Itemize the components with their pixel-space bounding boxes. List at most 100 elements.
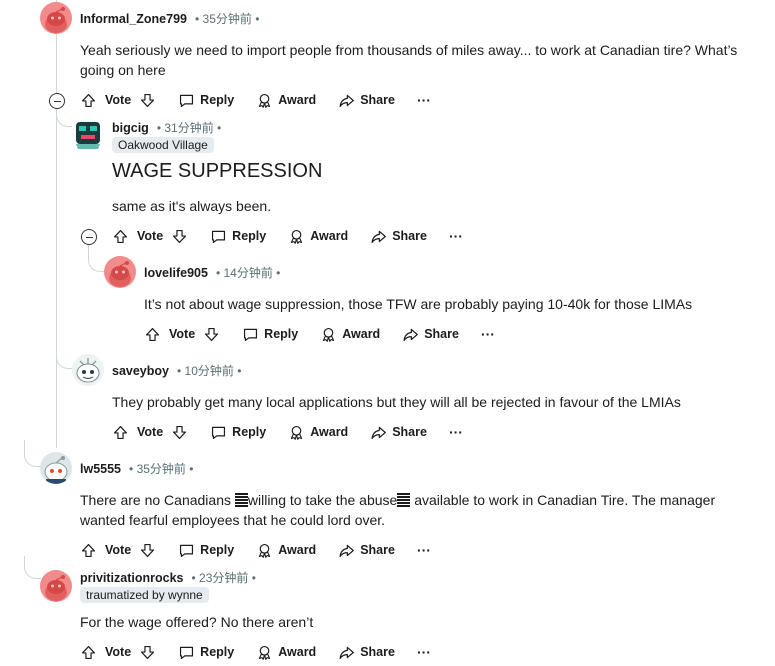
award-icon: [288, 424, 305, 441]
share-button[interactable]: Share: [338, 644, 395, 661]
downvote-icon[interactable]: [139, 542, 156, 559]
avatar[interactable]: [72, 118, 104, 150]
reply-button[interactable]: Reply: [178, 92, 234, 109]
collapse-thread-button[interactable]: [49, 93, 65, 109]
comment-time: • 31分钟前 •: [156, 121, 222, 135]
avatar[interactable]: [104, 256, 136, 288]
more-options-button[interactable]: ···: [449, 424, 463, 440]
award-icon: [256, 542, 273, 559]
award-button[interactable]: Award: [288, 424, 348, 441]
award-button[interactable]: Award: [256, 542, 316, 559]
downvote-icon[interactable]: [171, 424, 188, 441]
share-button[interactable]: Share: [402, 326, 459, 343]
upvote-icon[interactable]: [80, 644, 97, 661]
award-button[interactable]: Award: [320, 326, 380, 343]
more-options-button[interactable]: ···: [417, 644, 431, 660]
share-label: Share: [392, 425, 427, 439]
thread-line: [56, 108, 57, 448]
comment-time: • 35分钟前 •: [129, 462, 194, 476]
more-options-button[interactable]: ···: [417, 92, 431, 108]
upvote-icon[interactable]: [80, 92, 97, 109]
award-button[interactable]: Award: [256, 92, 316, 109]
reply-icon: [210, 424, 227, 441]
vote-label: Vote: [105, 645, 132, 659]
award-label: Award: [278, 93, 317, 107]
share-icon: [338, 644, 355, 661]
downvote-icon[interactable]: [171, 228, 188, 245]
comment-actions: Vote Reply Award Share ···: [144, 324, 495, 344]
comment-actions: Vote Reply Award Share ···: [80, 642, 431, 662]
vote-control: Vote: [112, 228, 188, 245]
reply-icon: [210, 228, 227, 245]
more-options-button[interactable]: ···: [417, 542, 431, 558]
reply-label: Reply: [200, 543, 235, 557]
comment-author[interactable]: Informal_Zone799: [80, 12, 187, 26]
share-icon: [338, 542, 355, 559]
share-label: Share: [424, 327, 459, 341]
comment-body: They probably get many local application…: [112, 394, 681, 410]
avatar[interactable]: [72, 354, 104, 386]
reply-label: Reply: [200, 93, 235, 107]
thread-curve: [56, 108, 73, 127]
redaction-glyph: [397, 493, 411, 507]
more-options-button[interactable]: ···: [481, 326, 495, 342]
comment-body: There are no Canadians willing to take t…: [80, 492, 716, 528]
avatar[interactable]: [40, 452, 72, 484]
downvote-icon[interactable]: [139, 92, 156, 109]
avatar[interactable]: [40, 570, 72, 602]
reply-button[interactable]: Reply: [242, 326, 298, 343]
comment-body: It’s not about wage suppression, those T…: [144, 296, 693, 312]
share-button[interactable]: Share: [338, 542, 395, 559]
comment-author[interactable]: lw5555: [80, 462, 121, 476]
comment-author[interactable]: privitizationrocks: [80, 571, 184, 585]
comment-body: Yeah seriously we need to import people …: [80, 42, 738, 78]
award-icon: [320, 326, 337, 343]
award-button[interactable]: Award: [256, 644, 316, 661]
upvote-icon[interactable]: [112, 228, 129, 245]
share-icon: [370, 424, 387, 441]
avatar[interactable]: [40, 2, 72, 34]
reply-button[interactable]: Reply: [210, 424, 266, 441]
reply-icon: [178, 542, 195, 559]
reply-icon: [178, 92, 195, 109]
vote-control: Vote: [80, 92, 156, 109]
thread-curve: [56, 340, 73, 369]
upvote-icon[interactable]: [80, 542, 97, 559]
comment-author[interactable]: saveyboy: [112, 364, 169, 378]
award-button[interactable]: Award: [288, 228, 348, 245]
comment-actions: Vote Reply Award Share ···: [112, 422, 463, 442]
vote-label: Vote: [137, 425, 164, 439]
share-button[interactable]: Share: [338, 92, 395, 109]
share-icon: [338, 92, 355, 109]
award-label: Award: [278, 645, 317, 659]
comment-time: • 23分钟前 •: [191, 571, 256, 585]
share-label: Share: [392, 229, 427, 243]
upvote-icon[interactable]: [112, 424, 129, 441]
vote-label: Vote: [105, 543, 132, 557]
share-label: Share: [360, 645, 395, 659]
redaction-glyph: [234, 493, 248, 507]
comment-author[interactable]: lovelife905: [144, 266, 208, 280]
vote-label: Vote: [105, 93, 132, 107]
reply-label: Reply: [232, 229, 267, 243]
award-label: Award: [310, 425, 349, 439]
upvote-icon[interactable]: [144, 326, 161, 343]
collapse-thread-button[interactable]: [81, 229, 97, 245]
share-button[interactable]: Share: [370, 424, 427, 441]
downvote-icon[interactable]: [139, 644, 156, 661]
thread-curve: [24, 556, 41, 579]
reply-button[interactable]: Reply: [178, 644, 234, 661]
comment-time: • 10分钟前 •: [176, 364, 242, 378]
share-icon: [402, 326, 419, 343]
downvote-icon[interactable]: [203, 326, 220, 343]
reply-button[interactable]: Reply: [210, 228, 266, 245]
reply-button[interactable]: Reply: [178, 542, 234, 559]
vote-control: Vote: [80, 542, 156, 559]
vote-control: Vote: [144, 326, 220, 343]
user-flair: traumatized by wynne: [80, 587, 209, 603]
award-icon: [256, 644, 273, 661]
comment-actions: Vote Reply Award Share ···: [80, 540, 431, 560]
comment-author[interactable]: bigcig: [112, 121, 149, 135]
more-options-button[interactable]: ···: [449, 228, 463, 244]
share-button[interactable]: Share: [370, 228, 427, 245]
